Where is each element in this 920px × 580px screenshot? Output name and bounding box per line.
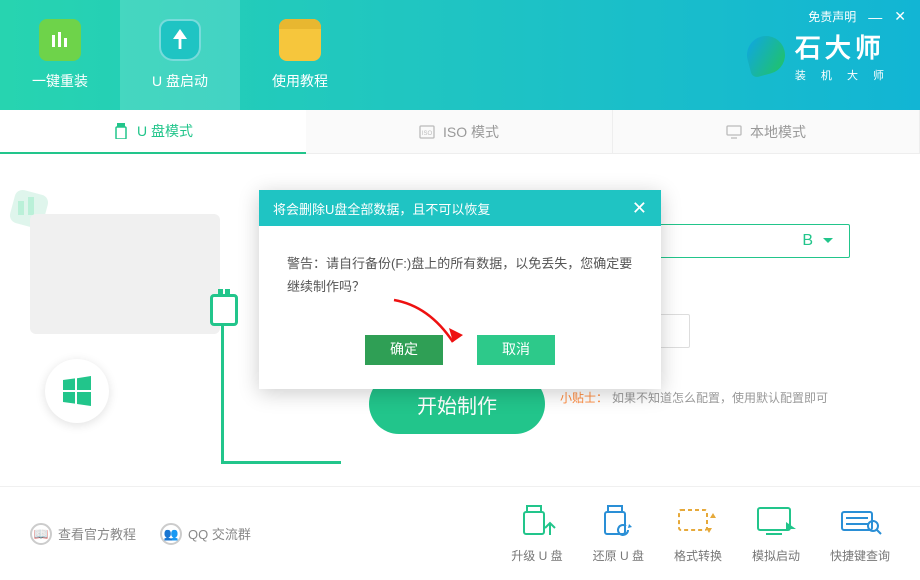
dialog-header: 将会删除U盘全部数据，且不可以恢复 ✕ (259, 190, 661, 226)
btn-label: 取消 (502, 337, 530, 362)
dialog-cancel-button[interactable]: 取消 (477, 335, 555, 365)
arrow-annotation-icon (389, 298, 469, 354)
dialog-title: 将会删除U盘全部数据，且不可以恢复 (273, 199, 490, 218)
modal-overlay: 将会删除U盘全部数据，且不可以恢复 ✕ 警告：请自行备份(F:)盘上的所有数据，… (0, 0, 920, 580)
dialog-message: 警告：请自行备份(F:)盘上的所有数据，以免丢失，您确定要继续制作吗？ (287, 252, 633, 299)
dialog-close-button[interactable]: ✕ (632, 198, 647, 219)
confirm-dialog: 将会删除U盘全部数据，且不可以恢复 ✕ 警告：请自行备份(F:)盘上的所有数据，… (259, 190, 661, 389)
